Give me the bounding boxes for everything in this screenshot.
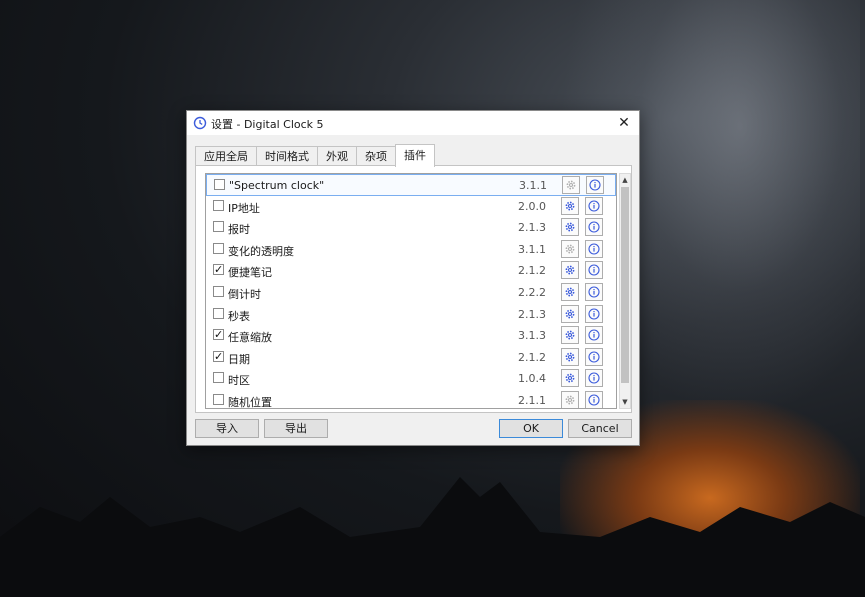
plugin-row[interactable]: ✓ 任意缩放 3.1.3	[206, 325, 616, 347]
tab-global[interactable]: 应用全局	[195, 146, 257, 167]
scroll-down-arrow[interactable]: ▼	[620, 396, 630, 408]
plugin-name: 随机位置	[228, 395, 272, 409]
plugin-row[interactable]: 倒计时 2.2.2	[206, 282, 616, 304]
plugin-name: 秒表	[228, 309, 250, 323]
plugin-checkbox[interactable]	[213, 372, 224, 384]
plugin-checkbox[interactable]: ✓	[213, 264, 224, 276]
plugin-row[interactable]: 变化的透明度 3.1.1	[206, 239, 616, 261]
plugin-row[interactable]: IP地址 2.0.0	[206, 196, 616, 218]
close-button[interactable]: ✕	[609, 111, 639, 135]
plugin-version: 2.1.2	[518, 264, 546, 278]
plugins-panel: "Spectrum clock" 3.1.1 IP地址 2.0.0 报时 2.1.3 变化的…	[195, 165, 632, 413]
plugin-settings-button[interactable]	[561, 261, 579, 280]
tab-plugins[interactable]: 插件	[395, 144, 435, 167]
tab-misc[interactable]: 杂项	[356, 146, 396, 167]
plugin-version: 3.1.1	[518, 242, 546, 256]
plugin-version: 1.0.4	[518, 372, 546, 386]
plugin-info-button[interactable]	[585, 218, 603, 237]
plugin-settings-button[interactable]	[561, 304, 579, 323]
plugin-checkbox[interactable]	[213, 393, 224, 405]
scrollbar[interactable]: ▲ ▼	[619, 173, 631, 409]
plugin-version: 2.1.2	[518, 350, 546, 364]
plugin-row[interactable]: 随机位置 2.1.1	[206, 390, 616, 409]
plugin-settings-button[interactable]	[561, 326, 579, 345]
plugin-info-button[interactable]	[585, 369, 603, 388]
plugin-settings-button[interactable]	[561, 218, 579, 237]
plugin-row[interactable]: 报时 2.1.3	[206, 217, 616, 239]
plugin-info-button[interactable]	[585, 196, 603, 215]
plugin-version: 2.2.2	[518, 285, 546, 299]
plugin-info-button[interactable]	[585, 390, 603, 408]
plugin-settings-button[interactable]	[561, 196, 579, 215]
plugin-name: 时区	[228, 374, 250, 388]
plugin-version: 2.1.3	[518, 221, 546, 235]
plugin-info-button[interactable]	[585, 347, 603, 366]
plugin-row[interactable]: ✓ 日期 2.1.2	[206, 347, 616, 369]
tab-bar: 应用全局 时间格式 外观 杂项 插件	[195, 144, 435, 167]
plugin-checkbox[interactable]	[213, 242, 224, 254]
plugin-list[interactable]: "Spectrum clock" 3.1.1 IP地址 2.0.0 报时 2.1.3 变化的…	[205, 173, 617, 409]
mountain-silhouette	[0, 477, 865, 597]
plugin-name: "Spectrum clock"	[229, 179, 325, 192]
plugin-version: 2.1.1	[518, 393, 546, 407]
plugin-settings-button[interactable]	[561, 390, 579, 408]
plugin-checkbox[interactable]: ✓	[213, 329, 224, 341]
plugin-name: 便捷笔记	[228, 266, 272, 280]
plugin-info-button[interactable]	[585, 304, 603, 323]
plugin-info-button[interactable]	[585, 282, 603, 301]
plugin-checkbox[interactable]	[213, 307, 224, 319]
plugin-info-button[interactable]	[585, 326, 603, 345]
plugin-version: 2.0.0	[518, 199, 546, 213]
title-bar: 设置 - Digital Clock 5 ✕	[187, 111, 639, 135]
plugin-name: 任意缩放	[228, 331, 272, 345]
window-title: 设置 - Digital Clock 5	[211, 118, 324, 131]
plugin-info-button[interactable]	[585, 239, 603, 258]
scroll-up-arrow[interactable]: ▲	[620, 174, 630, 186]
cancel-button[interactable]: Cancel	[568, 419, 632, 438]
import-button[interactable]: 导入	[195, 419, 259, 438]
ok-button[interactable]: OK	[499, 419, 563, 438]
plugin-checkbox[interactable]: ✓	[213, 350, 224, 362]
plugin-info-button[interactable]	[585, 261, 603, 280]
plugin-row[interactable]: ✓ 便捷笔记 2.1.2	[206, 260, 616, 282]
plugin-name: 倒计时	[228, 287, 261, 301]
plugin-row[interactable]: 时区 1.0.4	[206, 368, 616, 390]
plugin-checkbox[interactable]	[214, 179, 225, 190]
plugin-name: 报时	[228, 223, 250, 237]
plugin-name: 变化的透明度	[228, 244, 294, 258]
settings-dialog: 设置 - Digital Clock 5 ✕ 应用全局 时间格式 外观 杂项 插…	[186, 110, 640, 446]
tab-appearance[interactable]: 外观	[317, 146, 357, 167]
tab-time-format[interactable]: 时间格式	[256, 146, 318, 167]
plugin-settings-button[interactable]	[561, 347, 579, 366]
plugin-row[interactable]: 秒表 2.1.3	[206, 304, 616, 326]
plugin-settings-button[interactable]	[561, 369, 579, 388]
scroll-thumb[interactable]	[621, 187, 629, 383]
plugin-checkbox[interactable]	[213, 199, 224, 211]
plugin-checkbox[interactable]	[213, 221, 224, 233]
plugin-version: 2.1.3	[518, 307, 546, 321]
plugin-name: IP地址	[228, 201, 260, 215]
plugin-version: 3.1.1	[519, 179, 547, 192]
close-icon: ✕	[618, 115, 630, 131]
clock-icon	[193, 116, 207, 130]
plugin-settings-button[interactable]	[561, 282, 579, 301]
plugin-name: 日期	[228, 352, 250, 366]
plugin-info-button[interactable]	[586, 176, 604, 194]
plugin-settings-button[interactable]	[561, 239, 579, 258]
export-button[interactable]: 导出	[264, 419, 328, 438]
plugin-row[interactable]: "Spectrum clock" 3.1.1	[206, 174, 616, 196]
plugin-settings-button[interactable]	[562, 176, 580, 194]
plugin-version: 3.1.3	[518, 329, 546, 343]
plugin-checkbox[interactable]	[213, 285, 224, 297]
